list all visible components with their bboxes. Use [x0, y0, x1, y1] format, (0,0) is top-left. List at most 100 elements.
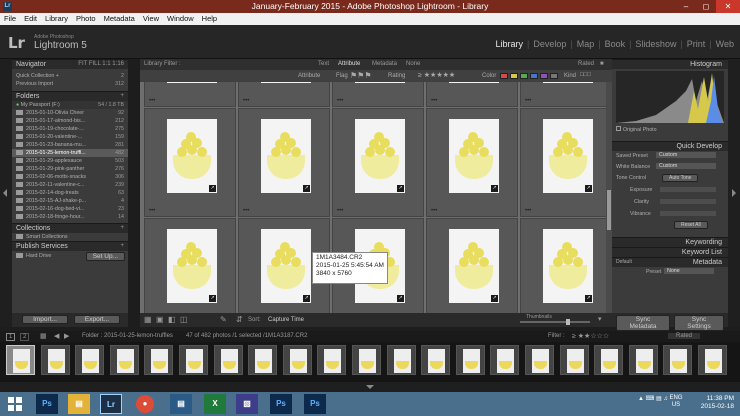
filmstrip-thumbnail[interactable] [386, 345, 416, 375]
slider-handle[interactable] [566, 319, 570, 325]
filmstrip-star-filter[interactable]: ≥ ★★☆☆☆ [572, 332, 609, 340]
filmstrip-thumbnail[interactable] [525, 345, 554, 375]
clarity-buttons[interactable] [660, 199, 716, 204]
module-print[interactable]: Print [687, 39, 706, 49]
grid-cell[interactable]: ↗••• [144, 218, 236, 314]
filmstrip-thumbnail[interactable] [455, 345, 485, 375]
folder-item[interactable]: 2015-02-11-valentine-c... 239 [12, 181, 128, 189]
metadata-default-dropdown[interactable]: Default [616, 259, 632, 265]
sync-settings-button[interactable]: Sync Settings [674, 315, 724, 331]
right-panel-toggle[interactable] [728, 59, 740, 327]
drive-row[interactable]: ● My Passport (F:) 54 / 1.8 TB [12, 101, 128, 109]
white-balance-dropdown[interactable]: Custom [656, 163, 716, 169]
page-2-button[interactable]: 2 [20, 333, 30, 341]
loupe-view-icon[interactable]: ▣ [156, 315, 164, 324]
sort-dropdown[interactable]: Capture Time [268, 317, 304, 323]
filter-tab-attribute[interactable]: Attribute [338, 61, 360, 67]
vibrance-buttons[interactable] [660, 211, 716, 216]
painter-icon[interactable]: ✎ [220, 315, 227, 324]
folder-item[interactable]: 2015-02-15-AJ-shake-p... 4 [12, 197, 128, 205]
folder-item[interactable]: 2015-02-18-fringe-hour... 14 [12, 213, 128, 221]
exposure-buttons[interactable] [660, 187, 716, 192]
filmstrip-thumbnail[interactable] [421, 345, 451, 375]
grid-cell[interactable]: ↗••• [144, 82, 236, 107]
kind-filter-icons[interactable]: □□□ [580, 72, 591, 78]
filmstrip-thumbnail[interactable] [144, 345, 174, 375]
import-button[interactable]: Import... [22, 315, 68, 324]
filmstrip-thumbnail[interactable] [75, 345, 105, 375]
folders-header[interactable]: Folders + [12, 91, 128, 101]
close-button[interactable]: ✕ [716, 0, 740, 13]
color-label-filters[interactable] [500, 73, 560, 81]
rating-dots[interactable]: ••• [337, 208, 343, 214]
color-label-chip[interactable] [540, 73, 548, 79]
filmstrip-thumbnail[interactable] [213, 345, 243, 375]
folder-item[interactable]: 2015-01-19-chocolate-... 275 [12, 125, 128, 133]
filmstrip-thumbnail[interactable] [352, 345, 381, 375]
filmstrip-thumbnail[interactable] [663, 345, 693, 375]
folder-item[interactable]: 2015-01-20-valentine-... 159 [12, 133, 128, 141]
page-1-button[interactable]: 1 [6, 333, 16, 341]
filter-tab-none[interactable]: None [406, 61, 420, 67]
sort-direction-icon[interactable]: ⇵ [236, 315, 243, 324]
tray-keyboard-icon[interactable]: ⌨ [646, 396, 655, 402]
taskbar-clock[interactable]: 11:38 PM 2015-02-18 [701, 395, 734, 411]
metadata-header[interactable]: Default Metadata [612, 257, 728, 267]
menu-photo[interactable]: Photo [72, 13, 100, 23]
forward-arrow-icon[interactable]: ▶ [64, 332, 69, 340]
menu-help[interactable]: Help [198, 13, 221, 23]
maximize-button[interactable]: ◻ [696, 0, 716, 13]
navigator-header[interactable]: Navigator FIT FILL 1:1 1:16 [12, 59, 128, 69]
network-app-taskbar-icon[interactable]: ▤ [170, 394, 192, 414]
rating-dots[interactable]: ••• [525, 98, 531, 104]
metadata-preset-dropdown[interactable]: None [664, 268, 714, 274]
color-label-chip[interactable] [510, 73, 518, 79]
sync-metadata-button[interactable]: Sync Metadata [616, 315, 670, 331]
chrome-taskbar-icon[interactable]: ● [136, 395, 154, 413]
smart-collections-item[interactable]: Smart Collections [12, 233, 128, 241]
color-label-chip[interactable] [520, 73, 528, 79]
menu-edit[interactable]: Edit [20, 13, 41, 23]
filmstrip-thumbnail[interactable] [40, 345, 70, 375]
grid-cell[interactable]: ↗••• [426, 82, 518, 107]
grid-cell[interactable]: ↗••• [238, 82, 330, 107]
excel-taskbar-icon[interactable]: X [204, 394, 226, 414]
start-button[interactable] [4, 394, 26, 414]
module-develop[interactable]: Develop [533, 39, 566, 49]
filmstrip-thumbnail[interactable] [698, 345, 727, 375]
grid-cell[interactable]: ↗••• [332, 82, 424, 107]
tray-volume-icon[interactable]: ♫ [663, 396, 668, 402]
bottom-panel-toggle[interactable] [0, 382, 740, 392]
folder-item[interactable]: 2015-02-06-motts-snacks 306 [12, 173, 128, 181]
minimize-button[interactable]: – [676, 0, 696, 13]
grid-cell[interactable]: ↗••• [520, 108, 606, 217]
folder-item[interactable]: 2015-01-29-applesauce 503 [12, 157, 128, 165]
filmstrip-thumbnail[interactable] [594, 345, 624, 375]
publish-services-header[interactable]: Publish Services + [12, 241, 128, 251]
module-map[interactable]: Map [577, 39, 595, 49]
add-collection-icon[interactable]: + [120, 225, 124, 231]
menu-window[interactable]: Window [163, 13, 198, 23]
thumbnail-size-slider[interactable] [520, 319, 590, 325]
grid-cell[interactable]: ↗••• [426, 218, 518, 314]
folder-item[interactable]: 2015-02-14-dog-treats 63 [12, 189, 128, 197]
grid-cell[interactable]: ↗••• [520, 218, 606, 314]
photoshop-taskbar-icon[interactable]: Ps [36, 394, 58, 414]
rating-dots[interactable]: ••• [525, 208, 531, 214]
rating-filter-stars[interactable]: ≥ ★★★★★ [418, 71, 455, 79]
color-label-chip[interactable] [500, 73, 508, 79]
catalog-item[interactable]: Previous Import 312 [12, 80, 128, 88]
file-explorer-taskbar-icon[interactable]: ▤ [68, 394, 90, 414]
toolbar-menu-icon[interactable]: ▾ [598, 315, 602, 323]
module-slideshow[interactable]: Slideshow [635, 39, 676, 49]
filmstrip-thumbnail[interactable] [179, 345, 208, 375]
keywording-header[interactable]: Keywording [612, 237, 728, 247]
filter-preset[interactable]: Rated [578, 61, 594, 67]
tray-network-icon[interactable]: ▤ [656, 396, 662, 402]
quick-develop-header[interactable]: Quick Develop [612, 141, 728, 151]
grid-cell[interactable]: ↗••• [520, 82, 606, 107]
menu-metadata[interactable]: Metadata [100, 13, 139, 23]
rating-dots[interactable]: ••• [243, 208, 249, 214]
hard-drive-service[interactable]: Hard Drive Set Up... [12, 251, 128, 262]
setup-button[interactable]: Set Up... [85, 252, 125, 261]
